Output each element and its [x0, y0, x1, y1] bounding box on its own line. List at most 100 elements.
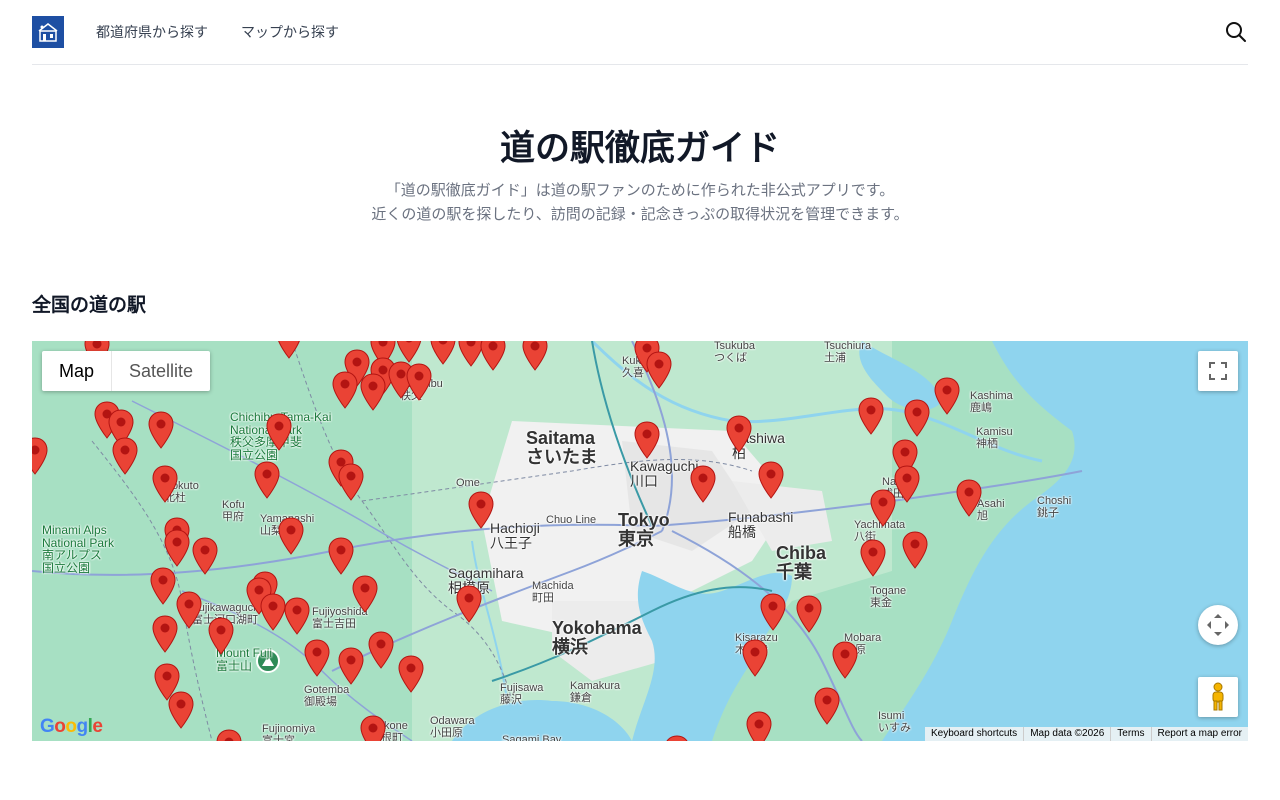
station-marker-pin-icon[interactable] [398, 655, 424, 693]
map-label: Tokyo 東京 [618, 510, 670, 549]
map-label: Isumi いすみ [878, 710, 911, 734]
map-type-map-button[interactable]: Map [42, 351, 111, 391]
app-logo[interactable] [32, 16, 64, 48]
site-header: 都道府県から探す マップから探す [32, 0, 1248, 65]
station-marker-pin-icon[interactable] [276, 341, 302, 359]
map-label: Chuo Line [546, 514, 597, 526]
station-marker-pin-icon[interactable] [430, 341, 456, 365]
station-marker-pin-icon[interactable] [742, 639, 768, 677]
station-marker-pin-icon[interactable] [858, 397, 884, 435]
station-marker-pin-icon[interactable] [406, 363, 432, 401]
station-marker-pin-icon[interactable] [150, 567, 176, 605]
map-label: Funabashi 船橋 [728, 509, 794, 540]
station-marker-pin-icon[interactable] [634, 421, 660, 459]
station-marker-pin-icon[interactable] [902, 531, 928, 569]
map-type-control: Map Satellite [42, 351, 211, 391]
fullscreen-button[interactable] [1198, 351, 1238, 391]
map-label: Kawaguchi 川口 [630, 458, 699, 489]
station-marker-pin-icon[interactable] [760, 593, 786, 631]
map-label: Kofu 甲府 [222, 499, 245, 523]
station-marker-pin-icon[interactable] [870, 489, 896, 527]
map-label: Minami Alps National Park 南アルプス 国立公園 [42, 523, 115, 575]
station-marker-pin-icon[interactable] [746, 711, 772, 741]
station-marker-pin-icon[interactable] [360, 715, 386, 741]
station-marker-pin-icon[interactable] [956, 479, 982, 517]
station-marker-pin-icon[interactable] [522, 341, 548, 371]
nav-link-prefecture[interactable]: 都道府県から探す [96, 22, 208, 42]
station-marker-pin-icon[interactable] [934, 377, 960, 415]
station-marker-pin-icon[interactable] [192, 537, 218, 575]
station-map[interactable]: Saitama さいたま Tokyo 東京 Chiba 千葉 Yokohama 横浜 Sagam… [32, 341, 1248, 741]
google-logo[interactable]: Google [40, 716, 103, 738]
station-marker-pin-icon[interactable] [148, 411, 174, 449]
camera-move-icon [1207, 614, 1229, 636]
map-label: Sagami Bay [502, 734, 562, 741]
station-marker-pin-icon[interactable] [456, 585, 482, 623]
station-marker-pin-icon[interactable] [168, 691, 194, 729]
station-marker-pin-icon[interactable] [904, 399, 930, 437]
station-marker-pin-icon[interactable] [254, 461, 280, 499]
page-title: 道の駅徹底ガイド [499, 129, 780, 169]
station-marker-pin-icon[interactable] [860, 539, 886, 577]
map-label: Saitama さいたま [526, 428, 598, 467]
station-marker-pin-icon[interactable] [690, 465, 716, 503]
station-logo-icon [38, 23, 58, 42]
map-label: Fujisawa 藤沢 [500, 682, 544, 706]
station-marker-pin-icon[interactable] [164, 529, 190, 567]
street-view-pegman-button[interactable] [1198, 677, 1238, 717]
map-label: Machida 町田 [532, 580, 574, 604]
station-marker-pin-icon[interactable] [796, 595, 822, 633]
map-attribution: Keyboard shortcuts Map data ©2026 Terms … [925, 727, 1248, 741]
search-button[interactable] [1224, 20, 1248, 44]
report-map-error-link[interactable]: Report a map error [1150, 727, 1248, 741]
map-label: Kamisu 神栖 [976, 426, 1013, 450]
station-marker-pin-icon[interactable] [664, 735, 690, 741]
search-icon [1226, 22, 1246, 42]
map-label: Odawara 小田原 [430, 715, 475, 739]
station-marker-pin-icon[interactable] [332, 371, 358, 409]
station-marker-pin-icon[interactable] [284, 597, 310, 635]
station-marker-pin-icon[interactable] [176, 591, 202, 629]
station-marker-pin-icon[interactable] [328, 537, 354, 575]
station-marker-pin-icon[interactable] [278, 517, 304, 555]
section-title: 全国の道の駅 [32, 294, 147, 316]
station-marker-pin-icon[interactable] [726, 415, 752, 453]
camera-control-button[interactable] [1198, 605, 1238, 645]
station-marker-pin-icon[interactable] [152, 615, 178, 653]
station-marker-pin-icon[interactable] [468, 491, 494, 529]
map-type-satellite-button[interactable]: Satellite [111, 351, 210, 391]
station-marker-pin-icon[interactable] [216, 729, 242, 741]
page-description-line2: 近くの道の駅を探したり、訪問の記録・記念きっぷの取得状況を管理できます。 [371, 205, 909, 223]
station-marker-pin-icon[interactable] [646, 351, 672, 389]
map-label: Yokohama 横浜 [552, 618, 642, 657]
fullscreen-icon [1209, 362, 1227, 380]
station-marker-pin-icon[interactable] [894, 465, 920, 503]
station-marker-pin-icon[interactable] [758, 461, 784, 499]
nav-link-map[interactable]: マップから探す [241, 22, 339, 42]
station-marker-pin-icon[interactable] [814, 687, 840, 725]
station-marker-pin-icon[interactable] [338, 463, 364, 501]
page-description-line1: 「道の駅徹底ガイド」は道の駅ファンのために作られた非公式アプリです。 [385, 181, 895, 199]
station-marker-pin-icon[interactable] [368, 631, 394, 669]
map-label: Ome [456, 477, 480, 489]
terms-link[interactable]: Terms [1110, 727, 1150, 741]
station-marker-pin-icon[interactable] [260, 593, 286, 631]
station-marker-pin-icon[interactable] [832, 641, 858, 679]
station-marker-pin-icon[interactable] [352, 575, 378, 613]
map-label: Chiba 千葉 [776, 543, 827, 582]
station-marker-pin-icon[interactable] [32, 437, 48, 475]
keyboard-shortcuts-link[interactable]: Keyboard shortcuts [925, 727, 1023, 741]
map-label: Tsuchiura 土浦 [824, 341, 872, 364]
map-data-label: Map data ©2026 [1023, 727, 1110, 741]
station-marker-pin-icon[interactable] [360, 373, 386, 411]
station-marker-pin-icon[interactable] [396, 341, 422, 363]
station-marker-pin-icon[interactable] [304, 639, 330, 677]
station-marker-pin-icon[interactable] [266, 413, 292, 451]
station-marker-pin-icon[interactable] [208, 617, 234, 655]
station-marker-pin-icon[interactable] [112, 437, 138, 475]
station-marker-pin-icon[interactable] [480, 341, 506, 371]
map-label: Kamakura 鎌倉 [570, 680, 621, 704]
station-marker-pin-icon[interactable] [338, 647, 364, 685]
station-marker-pin-icon[interactable] [152, 465, 178, 503]
map-label: Fujinomiya 富士宮 [262, 723, 316, 741]
